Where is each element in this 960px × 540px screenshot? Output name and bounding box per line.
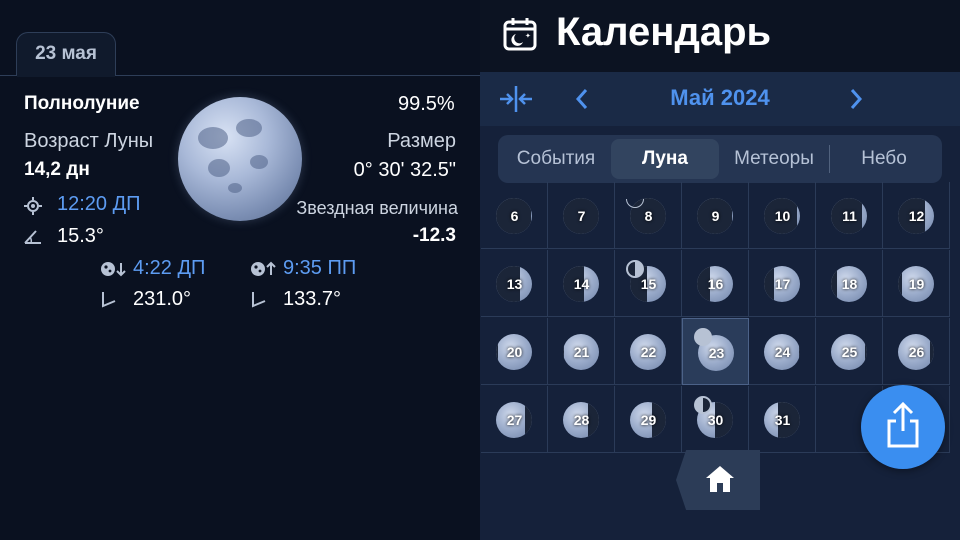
day-number: 24 bbox=[774, 344, 791, 360]
calendar-day-21[interactable]: 21 bbox=[548, 318, 615, 385]
day-number: 6 bbox=[510, 208, 519, 224]
share-button[interactable] bbox=[861, 385, 945, 469]
day-number: 31 bbox=[774, 412, 791, 428]
moonset-time: 4:22 ДП bbox=[133, 257, 206, 279]
day-number: 14 bbox=[573, 276, 590, 292]
next-month-chevron-icon[interactable] bbox=[848, 87, 864, 111]
day-number: 30 bbox=[707, 412, 724, 428]
moonrise-azimuth-icon bbox=[252, 292, 266, 308]
calendar-day-18[interactable]: 18 bbox=[816, 250, 883, 317]
calendar-header: ✦ Календарь bbox=[480, 0, 960, 72]
calendar-day-23[interactable]: 23 bbox=[682, 318, 749, 385]
calendar-day-24[interactable]: 24 bbox=[749, 318, 816, 385]
transit-altitude: 15.3° bbox=[57, 225, 104, 247]
day-number: 9 bbox=[711, 208, 720, 224]
day-number: 12 bbox=[908, 208, 925, 224]
illumination-value: 99.5% bbox=[398, 93, 455, 115]
day-number: 21 bbox=[573, 344, 590, 360]
moonrise-icon bbox=[251, 261, 276, 276]
full-moon-marker-icon bbox=[694, 328, 712, 346]
transit-icon bbox=[24, 197, 42, 215]
calendar-panel: ✦ Календарь Май 2024 События Луна Метеор… bbox=[480, 0, 960, 540]
calendar-day-14[interactable]: 14 bbox=[548, 250, 615, 317]
size-value: 0° 30' 32.5" bbox=[353, 159, 456, 181]
calendar-day-22[interactable]: 22 bbox=[615, 318, 682, 385]
day-number: 16 bbox=[707, 276, 724, 292]
altitude-icon bbox=[24, 230, 41, 244]
day-number: 10 bbox=[774, 208, 791, 224]
segment-moon[interactable]: Луна bbox=[611, 139, 719, 179]
calendar-day-6[interactable]: 6 bbox=[481, 182, 548, 249]
calendar-day-11[interactable]: 11 bbox=[816, 182, 883, 249]
moon-age-value: 14,2 дн bbox=[24, 159, 90, 180]
moon-image bbox=[178, 97, 302, 221]
calendar-day-19[interactable]: 19 bbox=[883, 250, 950, 317]
day-number: 29 bbox=[640, 412, 657, 428]
calendar-day-10[interactable]: 10 bbox=[749, 182, 816, 249]
size-label: Размер bbox=[387, 130, 456, 152]
calendar-day-8[interactable]: 8 bbox=[615, 182, 682, 249]
calendar-day-31[interactable]: 31 bbox=[749, 386, 816, 453]
day-number: 17 bbox=[774, 276, 791, 292]
day-number: 25 bbox=[841, 344, 858, 360]
day-number: 22 bbox=[640, 344, 657, 360]
svg-text:✦: ✦ bbox=[525, 32, 531, 40]
calendar-day-15[interactable]: 15 bbox=[615, 250, 682, 317]
day-number: 20 bbox=[506, 344, 523, 360]
home-icon bbox=[706, 466, 734, 492]
month-navigator: Май 2024 bbox=[480, 72, 960, 126]
day-number: 15 bbox=[640, 276, 657, 292]
day-number: 19 bbox=[908, 276, 925, 292]
calendar-day-28[interactable]: 28 bbox=[548, 386, 615, 453]
day-number: 23 bbox=[708, 345, 725, 361]
day-number: 7 bbox=[577, 208, 586, 224]
moonset-azimuth: 231.0° bbox=[133, 288, 192, 310]
transit-time: 12:20 ДП bbox=[57, 193, 141, 215]
calendar-day-26[interactable]: 26 bbox=[883, 318, 950, 385]
share-icon bbox=[887, 401, 919, 448]
calendar-day-13[interactable]: 13 bbox=[481, 250, 548, 317]
magnitude-value: -12.3 bbox=[412, 225, 456, 246]
moonrise-time: 9:35 ПП bbox=[283, 257, 357, 279]
moonset-icon bbox=[101, 262, 126, 277]
moonrise-azimuth: 133.7° bbox=[283, 288, 342, 310]
day-number: 13 bbox=[506, 276, 523, 292]
day-number: 27 bbox=[506, 412, 523, 428]
calendar-day-12[interactable]: 12 bbox=[883, 182, 950, 249]
moon-age-label: Возраст Луны bbox=[24, 130, 154, 152]
calendar-day-16[interactable]: 16 bbox=[682, 250, 749, 317]
calendar-title: Календарь bbox=[556, 10, 772, 54]
calendar-day-25[interactable]: 25 bbox=[816, 318, 883, 385]
calendar-day-9[interactable]: 9 bbox=[682, 182, 749, 249]
day-number: 18 bbox=[841, 276, 858, 292]
phase-name: Полнолуние bbox=[24, 93, 140, 114]
moonset-azimuth-icon bbox=[102, 292, 116, 308]
first-quarter-marker-icon bbox=[626, 260, 644, 278]
view-segmented-control: События Луна Метеоры Небо bbox=[498, 135, 942, 183]
calendar-day-29[interactable]: 29 bbox=[615, 386, 682, 453]
day-number: 8 bbox=[644, 208, 653, 224]
day-number: 11 bbox=[842, 208, 857, 224]
calendar-day-27[interactable]: 27 bbox=[481, 386, 548, 453]
segment-sky[interactable]: Небо bbox=[830, 139, 938, 179]
magnitude-label: Звездная величина bbox=[296, 198, 458, 218]
segment-events[interactable]: События bbox=[502, 139, 610, 179]
date-tab[interactable]: 23 мая bbox=[16, 32, 116, 76]
calendar-day-30[interactable]: 30 bbox=[682, 386, 749, 453]
moon-details-panel: 23 мая Полнолуние 99.5% Возраст Луны 14,… bbox=[0, 0, 480, 540]
collapse-icon[interactable] bbox=[498, 84, 534, 114]
day-number: 28 bbox=[573, 412, 590, 428]
calendar-day-20[interactable]: 20 bbox=[481, 318, 548, 385]
segment-meteors[interactable]: Метеоры bbox=[720, 139, 828, 179]
month-label[interactable]: Май 2024 bbox=[600, 85, 840, 111]
last-quarter-marker-icon bbox=[694, 396, 712, 414]
day-number: 26 bbox=[908, 344, 925, 360]
calendar-icon: ✦ bbox=[503, 18, 537, 51]
home-button[interactable] bbox=[676, 450, 760, 510]
calendar-day-7[interactable]: 7 bbox=[548, 182, 615, 249]
calendar-day-17[interactable]: 17 bbox=[749, 250, 816, 317]
prev-month-chevron-icon[interactable] bbox=[574, 87, 590, 111]
